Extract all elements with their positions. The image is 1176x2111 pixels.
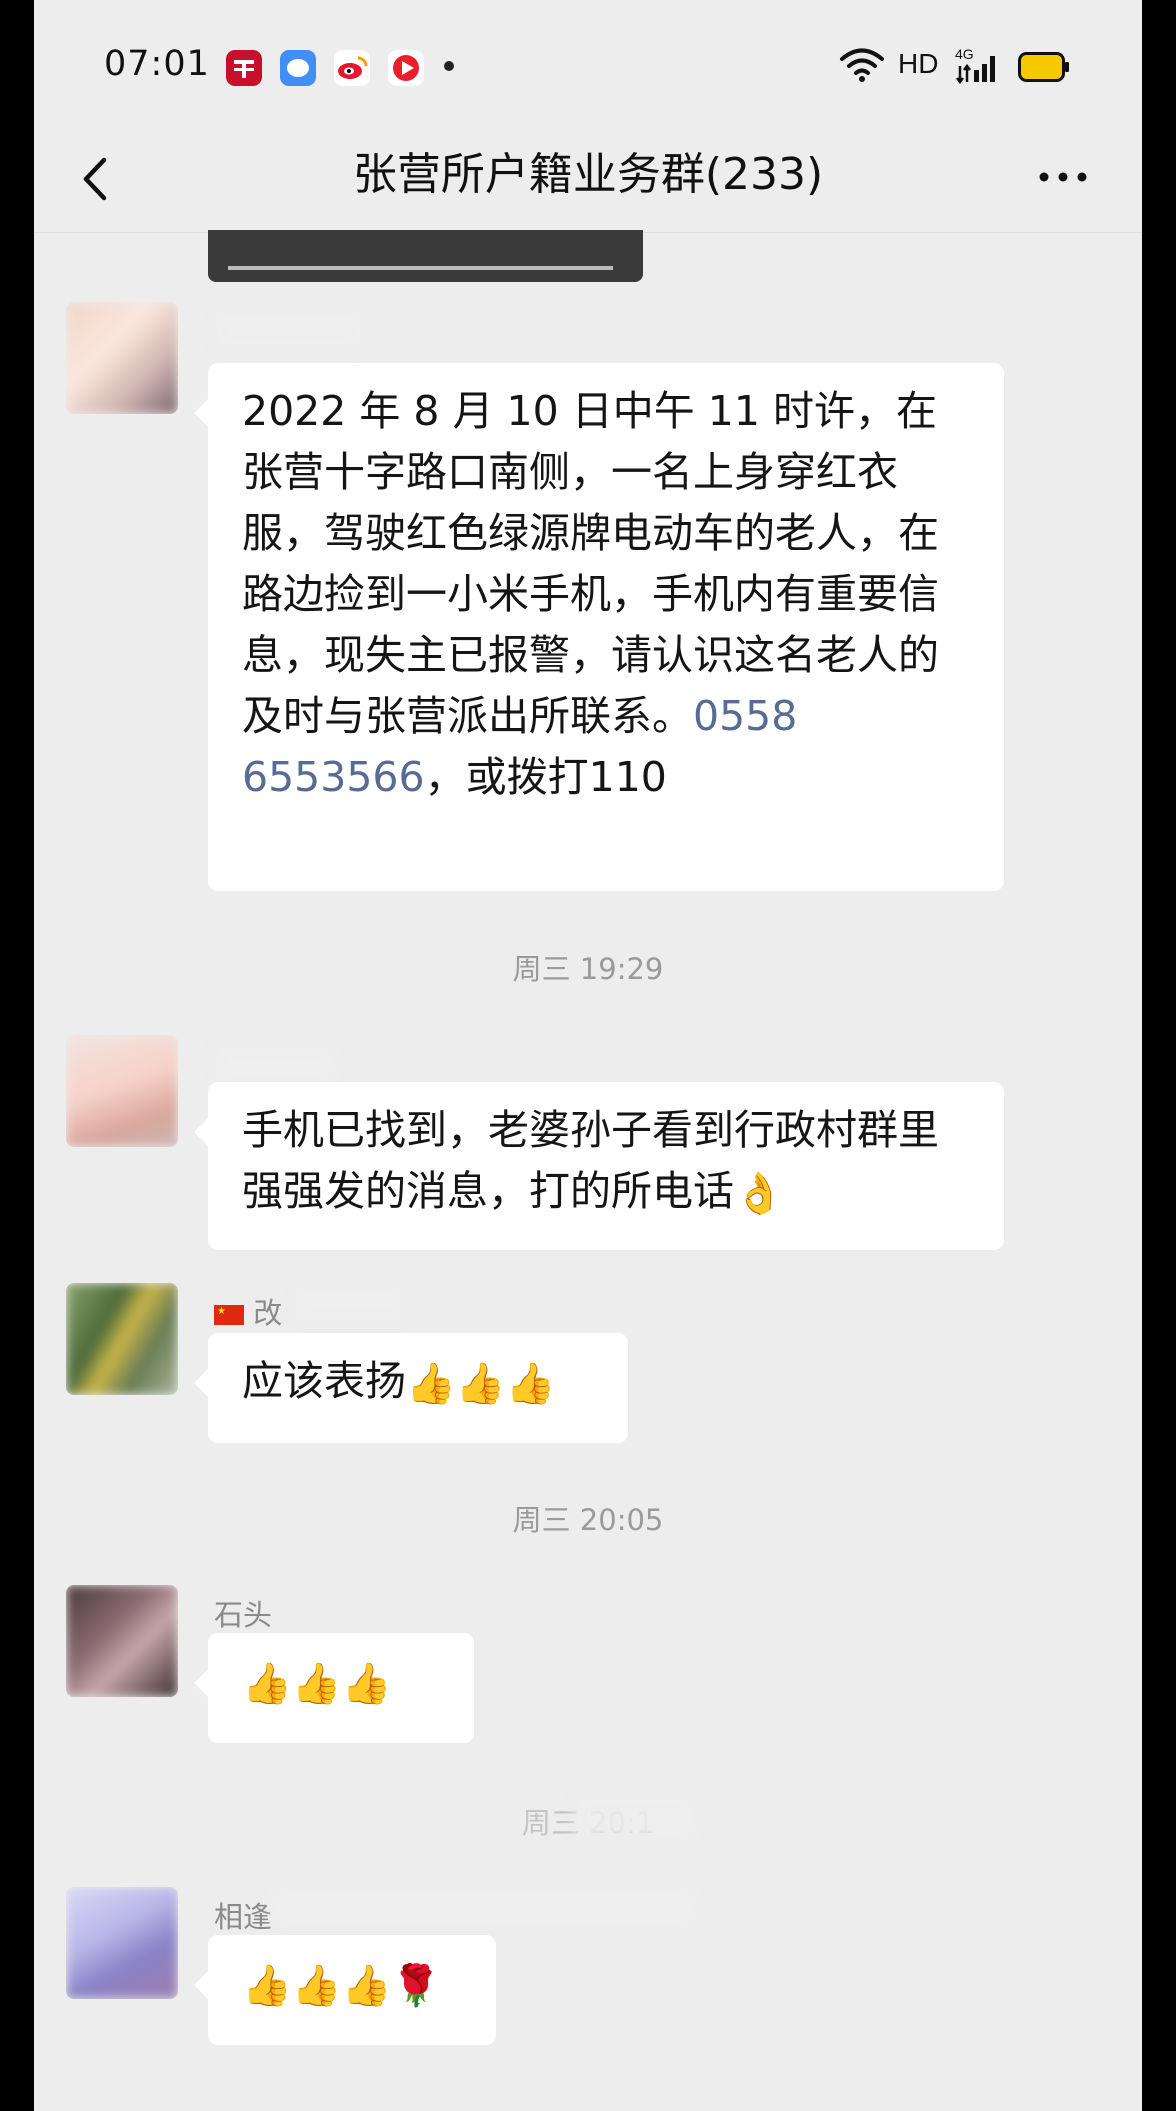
timestamp: 周三 19:29 (512, 952, 664, 986)
message-text: 应该表扬 (242, 1357, 406, 1405)
blurred-sender-name (214, 1045, 334, 1079)
message-text: 2022 年 8 月 10 日中午 11 时许，在张营十字路口南侧，一名上身穿红… (242, 387, 939, 740)
blurred-sender-name (274, 1890, 694, 1928)
message-bubble[interactable]: 手机已找到，老婆孙子看到行政村群里强强发的消息，打的所电话👌 (194, 1082, 1004, 1250)
message-bubble[interactable]: 2022 年 8 月 10 日中午 11 时许，在张营十字路口南侧，一名上身穿红… (194, 363, 1004, 891)
avatar[interactable] (66, 302, 178, 414)
sender-name: 石头 (214, 1598, 273, 1632)
sender-name: 相逢 (214, 1900, 273, 1934)
chat-title: 张营所户籍业务群(233) (352, 149, 824, 200)
message-text: 手机已找到，老婆孙子看到行政村群里强强发的消息，打的所电话 (242, 1106, 939, 1215)
thumbs-up-emoji: 👍👍👍 (242, 1661, 392, 1707)
notification-dot (444, 61, 454, 71)
status-bar: 07:01 HD 4G (34, 0, 1142, 128)
wifi-icon (839, 48, 885, 86)
chat-screen: 07:01 HD 4G 张营所户籍业务群(233) 2022 年 8 月 10 … (34, 0, 1142, 2111)
message-bubble[interactable]: 👍👍👍🌹 (194, 1935, 496, 2045)
timestamp: 周三 20:05 (512, 1503, 664, 1537)
avatar[interactable] (66, 1035, 178, 1147)
video-progress-bar (228, 266, 613, 270)
hd-label: HD (898, 48, 939, 79)
thumbs-up-rose-emoji: 👍👍👍🌹 (242, 1963, 442, 2009)
weibo-app-icon (334, 50, 370, 86)
avatar[interactable] (66, 1585, 178, 1697)
blurred-timestamp (574, 1796, 694, 1838)
thumbs-up-emoji: 👍👍👍 (406, 1361, 556, 1407)
message-text-end: ，或拨打110 (424, 753, 667, 801)
blurred-sender-name (214, 312, 364, 348)
sender-name: ★ 改 (214, 1290, 282, 1332)
more-options-icon[interactable] (1034, 162, 1094, 196)
battery-icon (1018, 52, 1070, 86)
ok-hand-emoji: 👌 (734, 1171, 784, 1217)
xuexi-app-icon (226, 50, 262, 86)
sender-name-text: 改 (253, 1296, 283, 1330)
avatar[interactable] (66, 1283, 178, 1395)
status-time: 07:01 (104, 44, 210, 84)
avatar[interactable] (66, 1887, 178, 1999)
chat-bubble-app-icon (280, 50, 316, 86)
message-bubble[interactable]: 👍👍👍 (194, 1633, 474, 1743)
message-bubble[interactable]: 应该表扬👍👍👍 (194, 1333, 628, 1443)
video-message-thumbnail[interactable] (208, 230, 643, 282)
blurred-sender-name (294, 1288, 404, 1322)
signal-icon (956, 52, 1000, 88)
china-flag-icon: ★ (214, 1305, 244, 1325)
video-app-icon (388, 50, 424, 86)
chat-header: 张营所户籍业务群(233) (34, 128, 1142, 233)
